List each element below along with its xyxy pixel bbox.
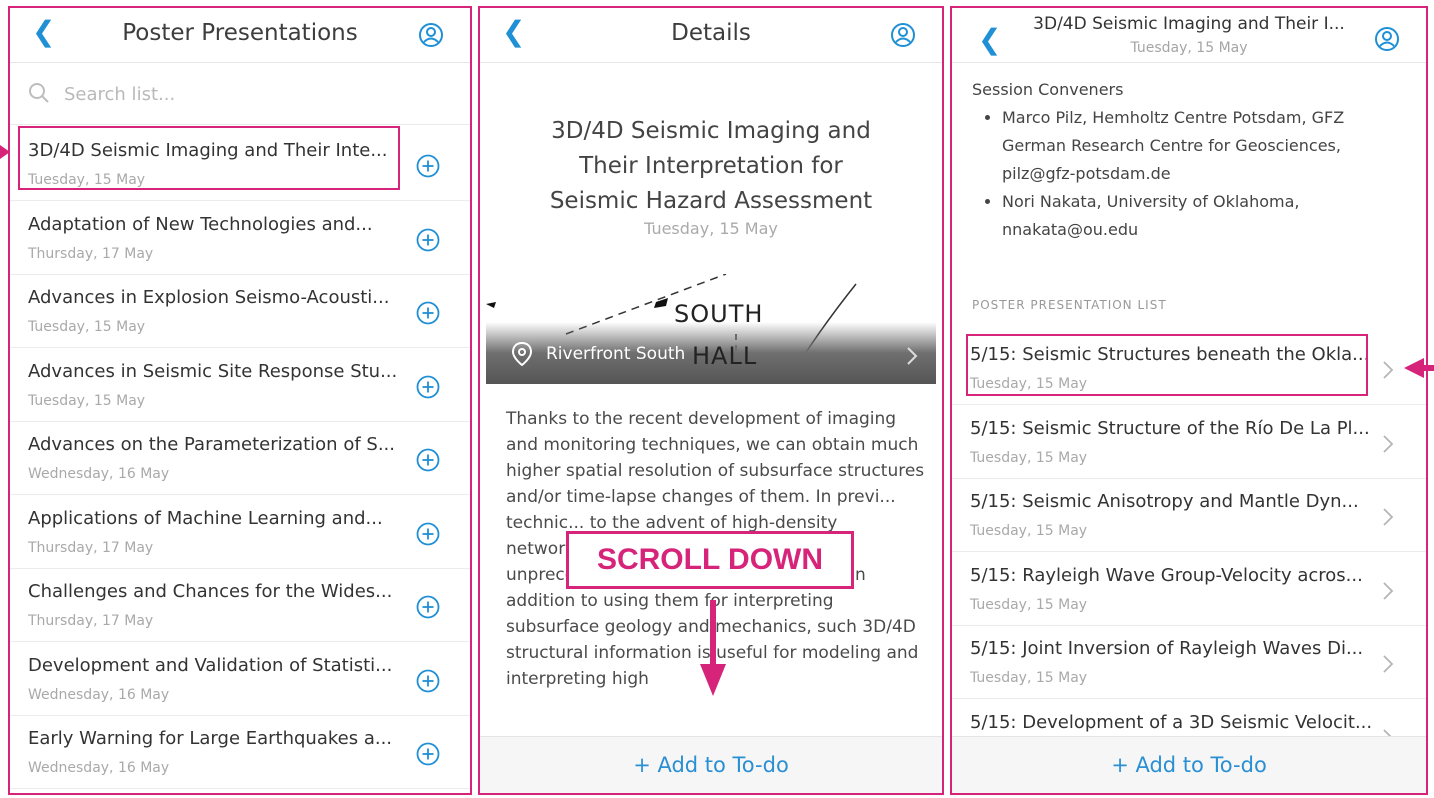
list-item-date: Thursday, 17 May — [28, 245, 154, 262]
chevron-right-icon — [1383, 508, 1394, 526]
list-item[interactable]: Advances in Seismic Site Response Stu...… — [10, 349, 470, 422]
list-item[interactable]: Advances on the Parameterization of S...… — [10, 422, 470, 495]
poster-item-date: Tuesday, 15 May — [970, 449, 1088, 466]
list-item-title: Advances in Seismic Site Response Stu... — [28, 360, 398, 382]
add-circle-icon[interactable] — [416, 228, 440, 252]
list-item-date: Thursday, 17 May — [28, 613, 154, 629]
chevron-right-icon — [1383, 361, 1394, 379]
location-pin-icon — [512, 342, 532, 366]
convener-item: Nori Nakata, University of Oklahoma, nna… — [1002, 188, 1412, 244]
scroll-down-annotation: SCROLL DOWN — [566, 531, 854, 589]
chevron-right-icon — [907, 347, 918, 365]
location-label: Riverfront South — [546, 344, 686, 364]
list-item-title: Development and Validation of Statisti..… — [28, 654, 393, 676]
poster-item-date: Tuesday, 15 May — [970, 596, 1088, 613]
map-label-south: SOUTH — [674, 300, 764, 328]
add-circle-icon[interactable] — [416, 669, 440, 693]
add-to-todo-button[interactable]: + Add to To-do — [480, 736, 942, 793]
list-item-title: Adaptation of New Technologies and... — [28, 213, 373, 235]
poster-list-heading: POSTER PRESENTATION LIST — [972, 298, 1167, 312]
list-item-date: Tuesday, 15 May — [28, 319, 146, 335]
session-title-line: 3D/4D Seismic Imaging and — [551, 118, 871, 144]
poster-presentations-panel: ❮ Poster Presentations Search list... 3D… — [8, 6, 472, 795]
list-item-title: Early Warning for Large Earthquakes a... — [28, 728, 393, 749]
chevron-right-icon — [1383, 655, 1394, 673]
conveners-heading: Session Conveners — [972, 80, 1124, 99]
list-item[interactable]: Challenges and Chances for the Wides... T… — [10, 569, 470, 642]
list-item-date: Tuesday, 15 May — [28, 392, 146, 409]
annotation-arrow-left-icon — [0, 145, 10, 159]
poster-item-title: 5/15: Seismic Structure of the Río De La… — [970, 417, 1370, 439]
list-item-title: Applications of Machine Learning and... — [28, 507, 383, 529]
annotation-arrow-right-icon — [1404, 358, 1434, 378]
poster-item-title: 5/15: Joint Inversion of Rayleigh Waves … — [970, 638, 1364, 659]
poster-item-title: 5/15: Rayleigh Wave Group-Velocity acros… — [970, 564, 1363, 586]
profile-icon[interactable] — [890, 22, 916, 48]
search-bar[interactable]: Search list... — [10, 66, 470, 125]
add-circle-icon[interactable] — [416, 301, 440, 325]
list-item-title: Advances on the Parameterization of S... — [28, 434, 395, 455]
list-item[interactable]: Applications of Machine Learning and... T… — [10, 496, 470, 569]
chevron-right-icon — [1383, 581, 1394, 600]
highlight-frame — [18, 126, 400, 190]
poster-list-item[interactable]: 5/15: Joint Inversion of Rayleigh Waves … — [952, 626, 1426, 699]
session-title-line: Their Interpretation for — [579, 153, 843, 179]
scroll-down-arrow-icon — [700, 600, 726, 696]
add-circle-icon[interactable] — [416, 595, 440, 619]
map-label-hall: HALL — [692, 342, 758, 370]
location-map[interactable]: SOUTH Riverfront South HALL — [486, 274, 936, 384]
page-title: Details — [671, 20, 751, 46]
list-item-date: Wednesday, 16 May — [28, 686, 170, 703]
profile-icon[interactable] — [1374, 26, 1400, 52]
page-title: 3D/4D Seismic Imaging and Their I... — [1033, 14, 1345, 34]
page-subtitle-date: Tuesday, 15 May — [1130, 40, 1248, 56]
list-item-title: Challenges and Chances for the Wides... — [28, 581, 393, 602]
session-date: Tuesday, 15 May — [644, 219, 778, 238]
list-item-date: Thursday, 17 May — [28, 539, 154, 556]
search-input[interactable]: Search list... — [64, 84, 175, 105]
chevron-right-icon — [1383, 434, 1394, 453]
poster-list-item[interactable]: 5/15: Seismic Anisotropy and Mantle Dyn.… — [952, 479, 1426, 552]
session-title: 3D/4D Seismic Imaging and Their Interpre… — [480, 114, 942, 219]
profile-icon[interactable] — [418, 22, 444, 48]
poster-item-title: 5/15: Development of a 3D Seismic Veloci… — [970, 711, 1373, 733]
poster-item-date: Tuesday, 15 May — [970, 523, 1088, 539]
session-title-line: Seismic Hazard Assessment — [549, 188, 873, 214]
session-conveners: Session Conveners Marco Pilz, Hemholtz C… — [972, 76, 1412, 244]
session-detail-panel: ❮ 3D/4D Seismic Imaging and Their I... T… — [950, 6, 1428, 795]
header: ❮ Details — [480, 8, 942, 63]
add-circle-icon[interactable] — [416, 154, 440, 178]
add-circle-icon[interactable] — [416, 742, 440, 766]
list-item-title: Advances in Explosion Seismo-Acousti... — [28, 287, 390, 308]
list-item-date: Wednesday, 16 May — [28, 760, 170, 776]
list-item[interactable]: Development and Validation of Statisti..… — [10, 643, 470, 716]
add-circle-icon[interactable] — [416, 375, 440, 399]
add-circle-icon[interactable] — [416, 522, 440, 546]
poster-list-item[interactable]: 5/15: Rayleigh Wave Group-Velocity acros… — [952, 553, 1426, 626]
header: ❮ 3D/4D Seismic Imaging and Their I... T… — [952, 8, 1426, 63]
list-item-date: Wednesday, 16 May — [28, 466, 170, 482]
header: ❮ Poster Presentations — [10, 8, 470, 63]
list-item[interactable]: Early Warning for Large Earthquakes a...… — [10, 716, 470, 789]
add-circle-icon[interactable] — [416, 448, 440, 472]
search-icon — [29, 83, 49, 103]
list-item[interactable]: Advances in Explosion Seismo-Acousti... T… — [10, 275, 470, 348]
list-item[interactable]: Adaptation of New Technologies and... Thu… — [10, 202, 470, 275]
poster-list-item[interactable]: 5/15: Seismic Structure of the Río De La… — [952, 406, 1426, 479]
poster-item-date: Tuesday, 15 May — [970, 670, 1088, 686]
highlight-frame — [966, 334, 1368, 396]
add-to-todo-button[interactable]: + Add to To-do — [952, 736, 1426, 793]
page-title: Poster Presentations — [122, 20, 358, 46]
convener-item: Marco Pilz, Hemholtz Centre Potsdam, GFZ… — [1002, 104, 1412, 188]
poster-item-title: 5/15: Seismic Anisotropy and Mantle Dyn.… — [970, 491, 1359, 512]
